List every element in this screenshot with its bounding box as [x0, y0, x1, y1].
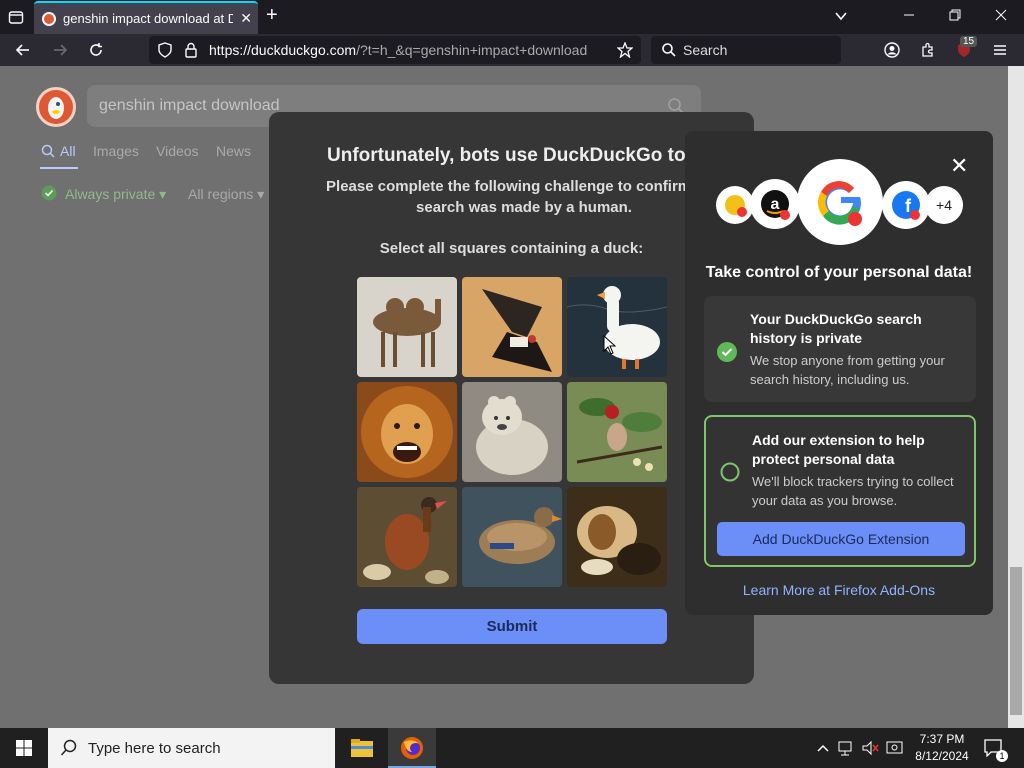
captcha-subtitle: Please complete the following challenge … [326, 178, 722, 216]
amazon-logo-icon: a [750, 179, 800, 229]
tab-images[interactable]: Images [93, 143, 139, 159]
captcha-tile-polar-bear[interactable] [462, 382, 562, 482]
check-circle-icon [717, 342, 737, 362]
plus-more-trackers: +4 [925, 186, 963, 224]
new-tab-icon[interactable]: + [266, 5, 278, 25]
tab-videos[interactable]: Videos [156, 143, 199, 159]
captcha-modal: Unfortunately, bots use DuckDuckGo too. … [269, 112, 754, 684]
captcha-tile-vulture[interactable] [462, 277, 562, 377]
check-circle-icon [41, 185, 57, 201]
tab-all[interactable]: All [60, 143, 76, 159]
menu-hamburger-icon[interactable] [992, 42, 1008, 58]
svg-text:a: a [771, 196, 780, 213]
notification-count-badge: 1 [996, 750, 1008, 762]
forward-icon[interactable] [52, 42, 68, 58]
card1-title: Your DuckDuckGo search history is privat… [750, 311, 922, 346]
duckduckgo-coupon-logo-icon [716, 186, 754, 224]
captcha-tile-bird-branches[interactable] [567, 382, 667, 482]
network-icon[interactable] [838, 740, 856, 756]
taskbar-clock[interactable]: 7:37 PM 8/12/2024 [912, 731, 972, 765]
search-icon [661, 42, 677, 58]
filter-always-private[interactable]: Always private ▾ [65, 186, 166, 203]
windows-start-icon[interactable] [16, 740, 32, 756]
tab-all-underline [40, 167, 78, 169]
bookmark-star-icon[interactable] [617, 42, 633, 58]
filter-always-private-label: Always private [65, 186, 156, 202]
clock-time: 7:37 PM [919, 732, 965, 746]
url-path: /?t=h_&q=genshin+impact+download [356, 42, 588, 58]
extensions-icon[interactable] [920, 42, 936, 58]
tab-strip: genshin impact download at DuckDuckGo ✕ … [0, 0, 1024, 34]
tracking-shield-icon[interactable] [157, 42, 173, 58]
card2-title: Add our extension to help protect person… [752, 432, 925, 467]
tray-chevron-up-icon[interactable] [816, 741, 830, 755]
popup-heading: Take control of your personal data! [705, 264, 973, 281]
lock-icon[interactable] [184, 42, 198, 58]
clock-date: 8/12/2024 [915, 749, 969, 763]
firefox-taskbar-button[interactable] [388, 728, 436, 768]
firefox-icon [400, 736, 424, 760]
volume-muted-icon[interactable] [862, 740, 880, 756]
captcha-tile-duck-rocks[interactable] [357, 487, 457, 587]
learn-more-link[interactable]: Learn More at Firefox Add-Ons [685, 582, 993, 598]
submit-button[interactable]: Submit [357, 609, 667, 644]
scrollbar-thumb[interactable] [1010, 567, 1022, 715]
tab-list-icon[interactable] [8, 9, 24, 25]
tab-active[interactable]: genshin impact download at DuckDuckGo ✕ [34, 1, 258, 34]
extension-promo-popup: ✕ a f +4 Take control of your personal d… [685, 131, 993, 615]
restore-icon[interactable] [948, 8, 962, 22]
captcha-instruction: Select all squares containing a duck: [379, 240, 644, 257]
taskbar-search-placeholder: Type here to search [88, 740, 221, 757]
minimize-icon[interactable] [902, 8, 916, 22]
page-tab-search-icon [41, 144, 55, 158]
facebook-logo-icon: f [882, 181, 930, 229]
filter-all-regions[interactable]: All regions ▾ [188, 186, 264, 203]
close-window-icon[interactable] [994, 8, 1008, 22]
display-icon[interactable] [886, 740, 904, 756]
file-explorer-icon[interactable] [350, 738, 374, 758]
taskbar-search-box[interactable]: Type here to search [48, 728, 335, 768]
captcha-tile-dogs-painting[interactable] [567, 487, 667, 587]
radio-circle-icon[interactable] [720, 462, 740, 482]
extension-badge: 15 [960, 36, 978, 47]
captcha-tile-mallard[interactable] [462, 487, 562, 587]
private-history-card: Your DuckDuckGo search history is privat… [704, 296, 976, 402]
captcha-tile-lion[interactable] [357, 382, 457, 482]
page-search-query: genshin impact download [99, 97, 280, 114]
reload-icon[interactable] [88, 42, 104, 58]
back-icon[interactable] [15, 42, 31, 58]
url-host: https://duckduckgo.com [209, 42, 357, 58]
windows-taskbar: Type here to search 7:37 PM 8/12/2024 1 [0, 728, 1024, 768]
tab-title: genshin impact download at DuckDuckGo [63, 11, 233, 26]
browser-search-placeholder: Search [683, 42, 728, 58]
popup-close-icon[interactable]: ✕ [950, 153, 968, 179]
tab-overflow-chevron-icon[interactable] [834, 9, 848, 23]
add-extension-card[interactable]: Add our extension to help protect person… [704, 415, 976, 567]
taskbar-search-icon [60, 739, 78, 757]
add-extension-button[interactable]: Add DuckDuckGo Extension [717, 522, 965, 556]
account-icon[interactable] [884, 42, 900, 58]
tab-news[interactable]: News [216, 143, 251, 159]
browser-search-box[interactable]: Search [651, 36, 841, 64]
url-text[interactable]: https://duckduckgo.com/?t=h_&q=genshin+i… [209, 42, 587, 58]
duckduckgo-favicon-icon [42, 12, 56, 26]
filter-all-regions-label: All regions [188, 186, 254, 202]
card1-body: We stop anyone from getting your search … [750, 353, 945, 387]
duckduckgo-logo[interactable] [36, 87, 76, 127]
address-bar[interactable]: https://duckduckgo.com/?t=h_&q=genshin+i… [149, 36, 641, 64]
card2-body: We'll block trackers trying to collect y… [752, 474, 954, 508]
mouse-cursor-icon [603, 335, 617, 355]
google-logo-icon [797, 159, 883, 245]
captcha-tile-camel[interactable] [357, 277, 457, 377]
captcha-tile-white-duck[interactable] [567, 277, 667, 377]
captcha-title: Unfortunately, bots use DuckDuckGo too. [327, 145, 703, 166]
tab-close-icon[interactable]: ✕ [240, 10, 252, 27]
